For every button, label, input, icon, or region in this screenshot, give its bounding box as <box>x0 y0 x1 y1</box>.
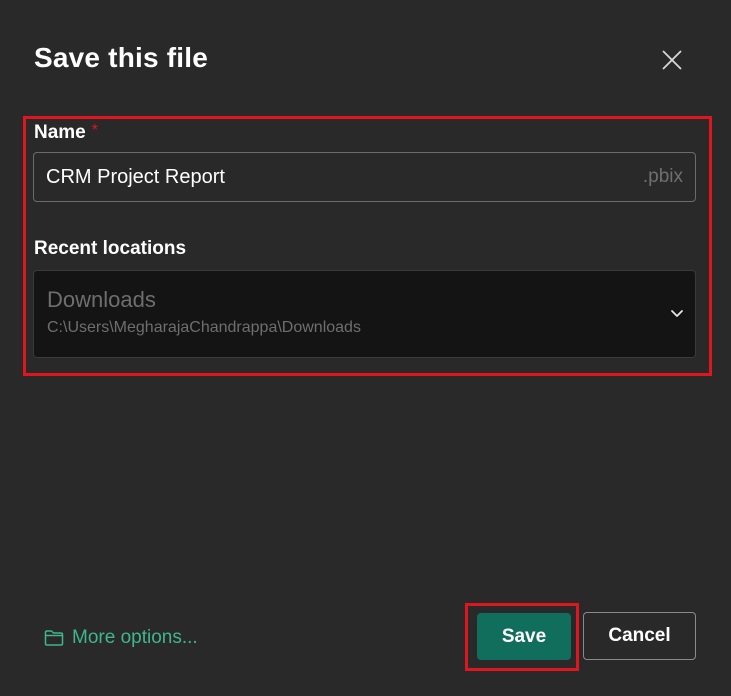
save-file-dialog: Save this file Name * CRM Project Report … <box>0 0 731 696</box>
name-label: Name * <box>34 122 98 144</box>
name-label-text: Name <box>34 122 86 143</box>
close-icon <box>662 50 682 70</box>
location-path: C:\Users\MegharajaChandrappa\Downloads <box>47 319 361 336</box>
folder-icon <box>44 629 64 647</box>
required-mark: * <box>91 122 98 139</box>
cancel-button[interactable]: Cancel <box>583 612 696 660</box>
recent-locations-dropdown[interactable]: Downloads C:\Users\MegharajaChandrappa\D… <box>33 270 696 358</box>
location-name: Downloads <box>47 287 156 312</box>
chevron-down-icon[interactable] <box>669 305 685 321</box>
dialog-title: Save this file <box>34 42 208 73</box>
more-options-link[interactable]: More options... <box>44 627 198 649</box>
name-input[interactable]: CRM Project Report .pbix <box>33 152 696 202</box>
file-extension: .pbix <box>642 166 683 187</box>
more-options-label[interactable]: More options... <box>72 627 198 649</box>
save-button[interactable]: Save <box>477 613 571 660</box>
recent-locations-label: Recent locations <box>34 238 187 259</box>
close-button[interactable] <box>656 44 688 76</box>
name-input-value[interactable]: CRM Project Report <box>46 166 643 189</box>
